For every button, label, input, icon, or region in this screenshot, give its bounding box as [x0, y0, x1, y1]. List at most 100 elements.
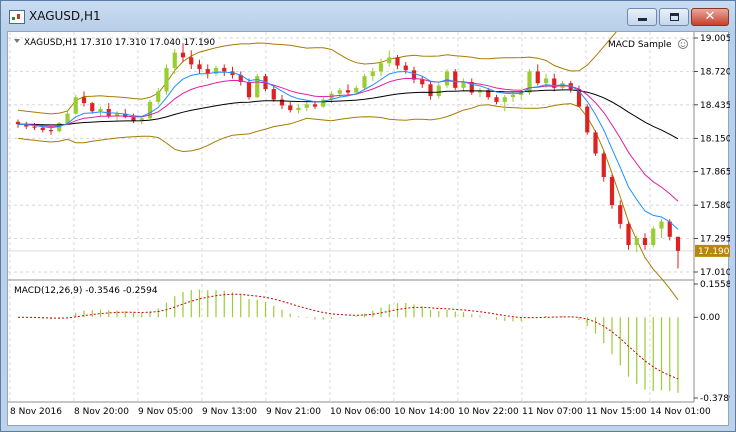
candle-bull [436, 85, 441, 97]
bollinger-lower-line [17, 103, 679, 301]
time-tick-label: 8 Nov 2016 [10, 407, 62, 417]
price-axis-labels: 19.005 18.720 18.435 18.150 17.865 17.580 17.2… [694, 34, 730, 278]
macd-axis-labels: 0.1558 0.00 -0.3789 [694, 280, 730, 404]
candle-bear [40, 127, 45, 131]
price-panel-header: XAGUSD,H1 17.310 17.310 17.040 17.190 [24, 38, 215, 48]
candle-bear [395, 57, 400, 66]
macd-tick-label: -0.3789 [700, 394, 730, 404]
candle-bull [296, 107, 301, 111]
candle-bear [312, 104, 318, 107]
macd-panel-header: MACD(12,26,9) -0.3546 -0.2594 [14, 286, 158, 296]
smiley-icon [678, 39, 688, 49]
price-tick-label: 18.435 [700, 101, 730, 111]
candle-bear [180, 52, 186, 58]
candle-bull [354, 87, 359, 93]
price-tick-label: 18.720 [700, 67, 730, 77]
time-tick-label: 9 Nov 13:00 [202, 407, 257, 417]
candle-bear [345, 90, 351, 93]
candle-bear [32, 126, 37, 128]
candle-bull [461, 81, 466, 88]
time-tick-label: 9 Nov 21:00 [266, 407, 321, 417]
candle-bear [271, 89, 276, 100]
title-bar[interactable]: XAGUSD,H1 ✕ [1, 1, 735, 31]
candle-bull [337, 90, 342, 94]
candles [15, 43, 681, 269]
bollinger-bands [17, 32, 679, 301]
time-tick-label: 9 Nov 05:00 [138, 407, 193, 417]
candle-bull [147, 101, 153, 119]
price-tick-label: 18.150 [700, 134, 730, 144]
candle-bear [626, 223, 631, 246]
candle-bull [387, 57, 392, 64]
time-tick-label: 8 Nov 20:00 [74, 407, 129, 417]
candle-bear [618, 205, 623, 224]
candle-bull [651, 228, 656, 246]
candle-bear [81, 97, 87, 104]
indicator-label: MACD Sample [608, 40, 672, 50]
candlestick-chart[interactable]: XAGUSD,H1 17.310 17.310 17.040 17.190 MA… [8, 32, 730, 427]
candle-bull [370, 71, 375, 77]
current-price-label: 17.190 [698, 247, 730, 257]
candle-bull [304, 104, 309, 108]
chart-area[interactable]: XAGUSD,H1 17.310 17.310 17.040 17.190 MA… [7, 31, 730, 427]
candle-bear [131, 117, 136, 121]
candle-bear [601, 153, 606, 177]
candle-bull [502, 97, 507, 102]
maximize-button[interactable] [659, 8, 689, 26]
maximize-icon [670, 13, 679, 21]
expand-triangle-icon[interactable] [14, 39, 20, 43]
candle-bear [593, 132, 598, 154]
candle-bear [246, 81, 252, 98]
candle-bear [494, 97, 499, 102]
candle-bear [609, 176, 615, 206]
candle-bear [48, 130, 54, 132]
macd-signal-line [17, 293, 679, 380]
grid-lines [8, 32, 694, 402]
price-tick-label: 19.005 [700, 34, 730, 44]
candle-bear [403, 65, 408, 71]
window-title: XAGUSD,H1 [29, 9, 101, 23]
candle-bear [535, 71, 540, 84]
candle-bull [362, 76, 367, 88]
chart-window: XAGUSD,H1 ✕ XAGUSD,H1 17.310 17.310 17.0… [0, 0, 736, 432]
candle-bull [378, 63, 384, 72]
candle-bear [667, 221, 672, 237]
price-tick-label: 17.580 [700, 201, 730, 211]
candle-bull [172, 52, 177, 68]
candle-bear [428, 84, 433, 97]
candle-bear [90, 103, 95, 112]
chart-window-icon [9, 10, 25, 24]
candle-bear [453, 71, 458, 88]
time-tick-label: 11 Nov 07:00 [522, 407, 583, 417]
candle-bull [634, 237, 639, 246]
macd-tick-label: 0.00 [700, 313, 720, 323]
time-tick-label: 10 Nov 22:00 [458, 407, 519, 417]
price-tick-label: 17.295 [700, 235, 730, 245]
candle-bear [222, 67, 227, 72]
macd-tick-label: 0.1558 [700, 280, 730, 290]
candle-bear [288, 105, 293, 111]
close-button[interactable]: ✕ [691, 8, 729, 26]
minimize-icon [638, 18, 647, 21]
candle-bull [156, 91, 161, 102]
minimize-button[interactable] [627, 8, 657, 26]
candle-bull [543, 78, 549, 84]
candle-bull [510, 94, 516, 98]
price-tick-label: 17.865 [700, 168, 730, 178]
candle-bull [98, 108, 103, 112]
candle-bear [189, 57, 194, 65]
candle-bear [675, 236, 681, 251]
time-tick-label: 10 Nov 14:00 [394, 407, 455, 417]
price-tick-label: 17.010 [700, 268, 730, 278]
time-tick-label: 10 Nov 06:00 [330, 407, 391, 417]
candle-bull [444, 71, 450, 86]
candle-bull [73, 97, 78, 114]
time-tick-label: 11 Nov 15:00 [586, 407, 647, 417]
candle-bull [164, 67, 169, 92]
candle-bear [585, 106, 590, 133]
candle-bear [642, 237, 648, 246]
macd-histogram [17, 289, 679, 393]
time-axis-labels: 8 Nov 2016 8 Nov 20:00 9 Nov 05:00 9 Nov 13… [10, 407, 711, 417]
time-tick-label: 14 Nov 01:00 [650, 407, 711, 417]
close-icon: ✕ [704, 9, 716, 24]
